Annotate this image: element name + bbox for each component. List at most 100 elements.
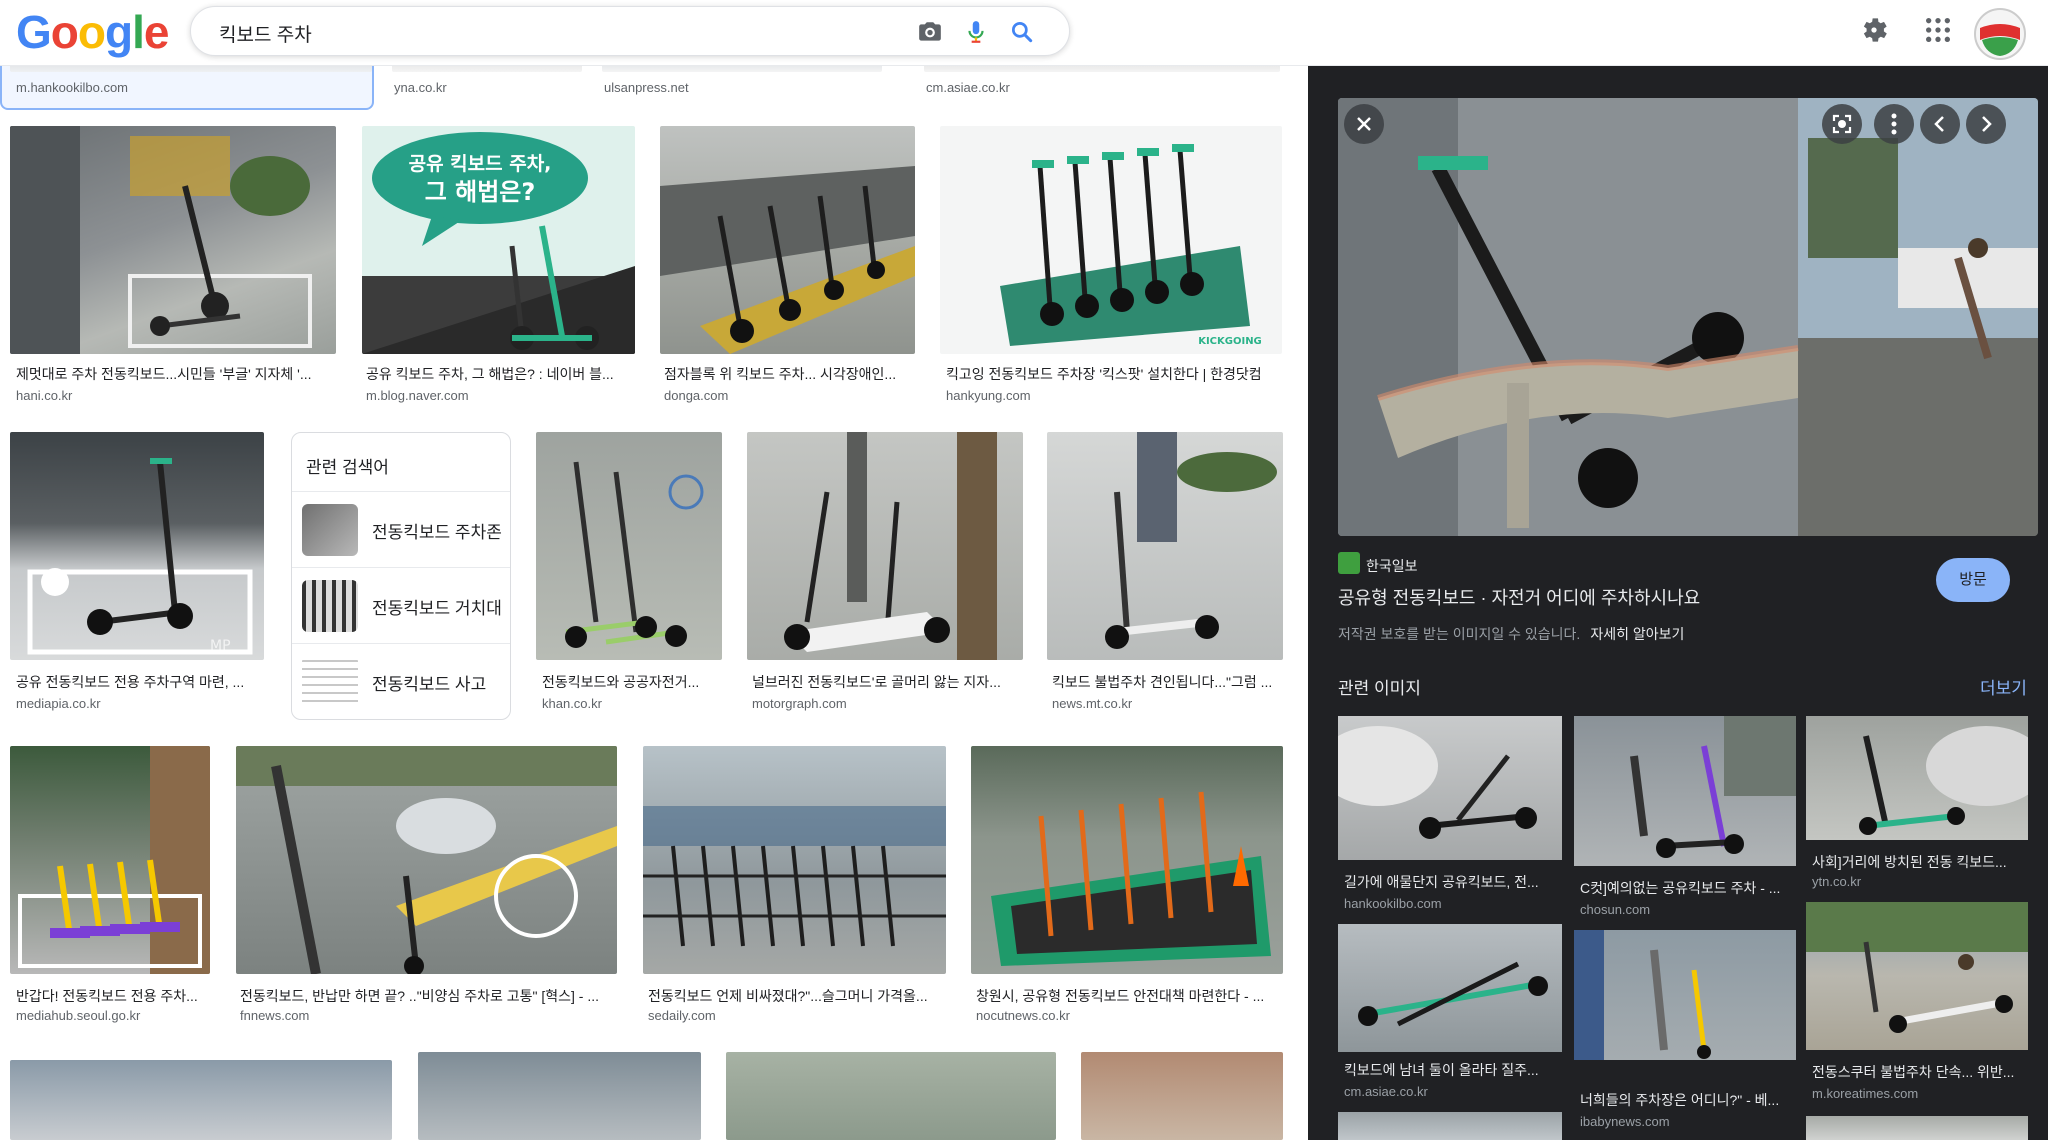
result-thumb[interactable]	[971, 746, 1283, 974]
logo-letter: g	[105, 6, 133, 58]
search-icon[interactable]	[1009, 19, 1035, 45]
scooter-image	[565, 461, 704, 648]
related-search-thumb	[302, 580, 358, 632]
result-thumb[interactable]	[236, 746, 617, 974]
related-image-source: hankookilbo.com	[1344, 896, 1442, 911]
result-source: ulsanpress.net	[604, 80, 689, 95]
result-thumb[interactable]: MP	[10, 432, 264, 660]
result-thumb[interactable]	[747, 432, 1023, 660]
scooter-image	[1806, 902, 2028, 1033]
scooter-image	[10, 126, 312, 354]
next-button[interactable]	[1966, 104, 2006, 144]
result-thumb[interactable]	[660, 126, 915, 354]
scooter-image: MP	[27, 458, 253, 655]
result-source: m.hankookilbo.com	[16, 80, 128, 95]
related-image-thumb[interactable]	[1338, 716, 1562, 860]
search-input[interactable]: 킥보드 주차	[219, 20, 312, 47]
related-image-caption[interactable]: 길가에 애물단지 공유킥보드, 전...	[1344, 872, 1562, 892]
result-caption[interactable]: 공유 킥보드 주차, 그 해법은? : 네이버 블...	[366, 364, 636, 384]
result-source: yna.co.kr	[394, 80, 447, 95]
source-name[interactable]: 한국일보	[1366, 556, 1418, 576]
related-image-source: cm.asiae.co.kr	[1344, 1084, 1428, 1099]
image-results-grid: m.hankookilbo.com yna.co.kr ulsanpress.n…	[0, 0, 1308, 1140]
scooter-image	[643, 806, 946, 947]
result-caption[interactable]: 전동킥보드와 공공자전거...	[542, 672, 722, 692]
google-logo[interactable]: Google	[16, 6, 169, 58]
related-image-thumb[interactable]	[1806, 902, 2028, 1050]
preview-image[interactable]	[1338, 98, 2038, 536]
result-caption[interactable]: 공유 전동킥보드 전용 주차구역 마련, ...	[16, 672, 266, 692]
related-search-item[interactable]: 전동킥보드 사고	[292, 643, 510, 719]
related-image-thumb[interactable]	[1806, 1116, 2028, 1140]
result-caption[interactable]: 킥고잉 전동킥보드 주차장 '킥스팟' 설치한다 | 한경닷컴	[946, 364, 1286, 384]
result-caption[interactable]: 전동킥보드 언제 비싸졌대?"...슬그머니 가격올...	[648, 986, 946, 1006]
related-image-source: ibabynews.com	[1580, 1114, 1670, 1129]
related-image-caption[interactable]: 전동스쿠터 불법주차 단속... 위반...	[1812, 1062, 2028, 1082]
related-image-caption[interactable]: 사회]거리에 방치된 전동 킥보드...	[1812, 852, 2028, 872]
avatar[interactable]	[1974, 8, 2026, 60]
apps-grid-icon[interactable]	[1922, 14, 1954, 46]
result-caption[interactable]: 창원시, 공유형 전동킥보드 안전대책 마련한다 - ...	[976, 986, 1282, 1006]
mic-icon[interactable]	[963, 19, 989, 45]
copyright-text: 저작권 보호를 받는 이미지일 수 있습니다.	[1338, 626, 1581, 642]
result-source: donga.com	[664, 388, 729, 403]
related-image-caption[interactable]: 킥보드에 남녀 둘이 올라타 질주...	[1344, 1060, 1562, 1080]
result-thumb[interactable]	[1081, 1052, 1283, 1140]
result-caption[interactable]: 전동킥보드, 반납만 하면 끝? .."비양심 주차로 고통" [혁스] - .…	[240, 986, 616, 1006]
result-source: nocutnews.co.kr	[976, 1008, 1070, 1023]
result-caption[interactable]: 제멋대로 주차 전동킥보드...시민들 '부글' 지자체 '...	[16, 364, 336, 384]
result-source: m.blog.naver.com	[366, 388, 469, 403]
result-thumb[interactable]	[536, 432, 722, 660]
learn-more-link[interactable]: 자세히 알아보기	[1590, 626, 1684, 642]
related-image-thumb[interactable]	[1574, 930, 1796, 1060]
related-searches-card: 관련 검색어 전동킥보드 주차존 전동킥보드 거치대 전동킥보드 사고	[291, 432, 511, 720]
result-thumb[interactable]	[643, 746, 946, 974]
logo-letter: l	[132, 6, 145, 58]
search-box[interactable]: 킥보드 주차	[190, 6, 1070, 56]
scooter-image	[784, 432, 997, 660]
result-caption[interactable]: 널브러진 전동킥보드'로 골머리 앓는 지자...	[752, 672, 1022, 692]
result-thumb[interactable]	[1047, 432, 1283, 660]
related-search-item[interactable]: 전동킥보드 거치대	[292, 567, 510, 643]
related-image-caption[interactable]: 너희들의 주차장은 어디니?" - 베...	[1580, 1090, 1796, 1110]
close-button[interactable]	[1344, 104, 1384, 144]
related-image-thumb[interactable]	[1574, 716, 1796, 866]
related-searches-heading: 관련 검색어	[306, 458, 389, 477]
previous-button[interactable]	[1920, 104, 1960, 144]
scooter-image	[18, 746, 210, 974]
result-caption[interactable]: 반갑다! 전동킥보드 전용 주차...	[16, 986, 212, 1006]
lens-button[interactable]	[1822, 104, 1862, 144]
related-image-caption[interactable]: C컷]예의없는 공유킥보드 주차 - ...	[1580, 878, 1796, 898]
result-source: sedaily.com	[648, 1008, 716, 1023]
result-source: mediapia.co.kr	[16, 696, 101, 711]
kickgoing-rack-image: KICKGOING	[1000, 144, 1262, 347]
result-thumb[interactable]: 공유 킥보드 주차, 그 해법은?	[362, 126, 635, 354]
gear-icon[interactable]	[1858, 14, 1890, 46]
scooter-image	[991, 791, 1271, 966]
result-source: fnnews.com	[240, 1008, 310, 1023]
related-images-heading: 관련 이미지	[1338, 679, 1421, 698]
related-search-item[interactable]: 전동킥보드 주차존	[292, 491, 510, 567]
scooter-photo	[1338, 98, 2038, 536]
result-caption[interactable]: 킥보드 불법주차 견인됩니다..."그럼 ...	[1052, 672, 1284, 692]
result-source: hani.co.kr	[16, 388, 73, 403]
related-image-source: chosun.com	[1580, 902, 1651, 917]
result-thumb[interactable]	[10, 126, 336, 354]
result-thumb[interactable]: KICKGOING	[940, 126, 1282, 354]
result-caption[interactable]: 점자블록 위 킥보드 주차... 시각장애인...	[664, 364, 916, 384]
related-image-thumb[interactable]	[1338, 924, 1562, 1052]
result-thumb[interactable]	[10, 1060, 392, 1140]
preview-title[interactable]: 공유형 전동킥보드 · 자전거 어디에 주차하시나요	[1338, 584, 1700, 610]
result-thumb[interactable]	[726, 1052, 1056, 1140]
more-options-button[interactable]	[1874, 104, 1914, 144]
see-more-link[interactable]: 더보기	[1980, 674, 2027, 699]
image-preview-panel: 한국일보 공유형 전동킥보드 · 자전거 어디에 주차하시나요 저작권 보호를 …	[1308, 66, 2048, 1140]
result-thumb[interactable]	[418, 1052, 701, 1140]
result-thumb[interactable]	[10, 746, 210, 974]
more-vert-icon	[1891, 113, 1897, 135]
related-image-thumb[interactable]	[1806, 716, 2028, 840]
visit-button[interactable]: 방문	[1936, 558, 2010, 602]
top-bar: Google 킥보드 주차	[0, 0, 2048, 66]
related-image-thumb[interactable]	[1338, 1112, 1562, 1140]
camera-icon[interactable]	[917, 19, 943, 45]
